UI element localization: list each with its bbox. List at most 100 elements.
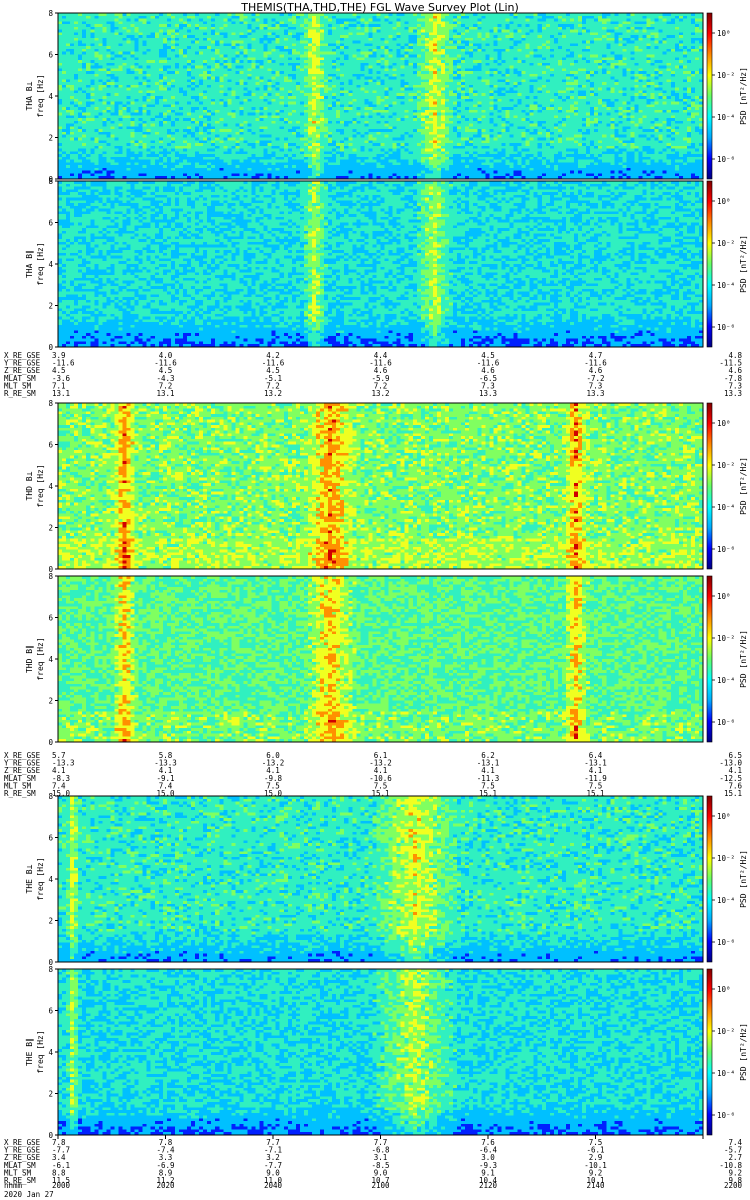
panel-label: THA B∥	[25, 250, 34, 278]
y-tick-label: 2	[48, 697, 53, 706]
y-tick-label: 2	[48, 524, 53, 533]
colorbar-tick-label: 10⁰	[717, 419, 731, 428]
y-axis-label: freq [Hz]	[36, 637, 45, 680]
plot-title: THEMIS(THA,THD,THE) FGL Wave Survey Plot…	[240, 1, 519, 14]
y-tick-label: 4	[48, 655, 53, 664]
y-tick-label: 4	[48, 92, 53, 101]
x-tick-label: 2040	[264, 1181, 283, 1190]
y-tick-label: 6	[48, 834, 53, 843]
colorbar-tick-label: 10⁻⁴	[717, 113, 735, 122]
colorbar-tick-label: 10⁻⁴	[717, 281, 735, 290]
spectrogram-image	[58, 576, 703, 742]
wave-survey-figure: THEMIS(THA,THD,THE) FGL Wave Survey Plot…	[4, 1, 748, 1199]
spectrogram-image	[58, 181, 703, 347]
y-tick-label: 2	[48, 134, 53, 143]
x-tick-label: 2100	[371, 1181, 390, 1190]
y-tick-label: 8	[48, 965, 53, 974]
ephemeris-value: 15.0	[156, 789, 175, 798]
y-tick-label: 8	[48, 399, 53, 408]
y-tick-label: 8	[48, 177, 53, 186]
colorbar-tick-label: 10⁻⁴	[717, 503, 735, 512]
y-tick-label: 8	[48, 9, 53, 18]
panel-label: THD B∥	[25, 645, 34, 673]
spectrogram-panel-thd-par: 0 2 4 6 8 THD B∥ freq [Hz] 10⁰ 10⁻² 10⁻⁴ 10⁻⁶ PSD […	[25, 572, 748, 747]
y-tick-label: 0	[48, 738, 53, 747]
spectrogram-panel-thd-perp: 02468THD B⊥ freq [Hz]10⁰10⁻²10⁻⁴10⁻⁶PSD […	[25, 399, 748, 574]
colorbar-label: PSD [nT²/Hz]	[739, 630, 748, 688]
y-axis-label: freq [Hz]	[36, 74, 45, 117]
colorbar-tick-label: 10⁻²	[717, 71, 735, 80]
ephemeris-value: 15.0	[52, 789, 71, 798]
colorbar-tick-label: 10⁻²	[717, 634, 735, 643]
x-tick-label: 2200	[724, 1181, 743, 1190]
spectrogram-panel-the-perp: 02468THE B⊥ freq [Hz]10⁰10⁻²10⁻⁴10⁻⁶PSD […	[25, 792, 748, 967]
ephemeris-value: 15.1	[724, 789, 742, 798]
y-axis-label: freq [Hz]	[36, 857, 45, 900]
spectrogram-image	[58, 796, 703, 962]
colorbar-tick-label: 10⁻⁶	[717, 323, 735, 332]
ephemeris-value: 13.3	[724, 389, 742, 398]
spectrogram-panel-tha-par: 02468THA B∥ freq [Hz]10⁰10⁻²10⁻⁴10⁻⁶PSD […	[25, 177, 748, 352]
panel-label: THE B⊥	[25, 864, 34, 893]
date-label: 2020 Jan 27	[4, 1190, 54, 1199]
time-axis-label: hhmm	[4, 1181, 23, 1190]
ephemeris-row-label: R_RE_SM	[4, 389, 36, 398]
x-tick-label: 2020	[156, 1181, 175, 1190]
x-tick-label: 2140	[586, 1181, 605, 1190]
spectrogram-image	[58, 969, 703, 1135]
colorbar-label: PSD [nT²/Hz]	[739, 1023, 748, 1081]
y-tick-label: 2	[48, 1090, 53, 1099]
y-tick-label: 6	[48, 51, 53, 60]
ephemeris-thd: X_RE_GSE 5.7 5.8 6.0 6.1 6.2 6.4 6.5Y_RE_GSE -13…	[4, 751, 742, 798]
y-tick-label: 6	[48, 219, 53, 228]
colorbar-tick-label: 10⁰	[717, 197, 731, 206]
colorbar	[706, 968, 713, 1136]
y-tick-label: 4	[48, 260, 53, 269]
ephemeris-value: 13.3	[586, 389, 604, 398]
ephemeris-value: 15.1	[479, 789, 497, 798]
y-axis-label: freq [Hz]	[36, 242, 45, 285]
y-axis-label: freq [Hz]	[36, 1030, 45, 1073]
colorbar	[706, 575, 713, 743]
colorbar-tick-label: 10⁻²	[717, 239, 735, 248]
colorbar-tick-label: 10⁻⁴	[717, 896, 735, 905]
colorbar-tick-label: 10⁰	[717, 592, 731, 601]
spectrogram-panel-tha-perp: 02468THA B⊥ freq [Hz]10⁰10⁻²10⁻⁴10⁻⁶PSD […	[25, 9, 748, 184]
x-tick-label: 2120	[479, 1181, 498, 1190]
colorbar-tick-label: 10⁻⁴	[717, 676, 735, 685]
colorbar-tick-label: 10⁻⁶	[717, 718, 735, 727]
ephemeris-value: 13.1	[52, 389, 70, 398]
ephemeris-tha: X_RE_GSE 3.9 4.0 4.2 4.4 4.5 4.7 4.8Y_RE_GSE -11…	[4, 351, 742, 398]
colorbar-tick-label: 10⁻⁶	[717, 1111, 735, 1120]
colorbar-label: PSD [nT²/Hz]	[739, 67, 748, 125]
spectrogram-image	[58, 13, 703, 179]
panel-label: THD B⊥	[25, 471, 34, 500]
y-tick-label: 4	[48, 1048, 53, 1057]
ephemeris-the: X_RE_GSE 7.8 7.8 7.7 7.7 7.6 7.5 7.4Y_RE_GSE -7.…	[4, 1138, 742, 1185]
y-tick-label: 8	[48, 572, 53, 581]
colorbar	[706, 12, 713, 180]
ephemeris-row-label: R_RE_SM	[4, 789, 36, 798]
y-tick-label: 6	[48, 614, 53, 623]
y-axis-label: freq [Hz]	[36, 464, 45, 507]
ephemeris-value: 15.1	[586, 789, 604, 798]
y-tick-label: 4	[48, 482, 53, 491]
panel-label: THE B∥	[25, 1038, 34, 1066]
colorbar	[706, 402, 713, 570]
y-tick-label: 6	[48, 1007, 53, 1016]
ephemeris-value: 13.2	[264, 389, 282, 398]
colorbar-label: PSD [nT²/Hz]	[739, 850, 748, 908]
spectrogram-panel-the-par: 02468THE B∥ freq [Hz]10⁰10⁻²10⁻⁴10⁻⁶PSD […	[25, 965, 748, 1140]
colorbar-tick-label: 10⁰	[717, 29, 731, 38]
colorbar-label: PSD [nT²/Hz]	[739, 457, 748, 515]
x-tick-label: 2000	[52, 1181, 71, 1190]
y-tick-label: 6	[48, 441, 53, 450]
colorbar-tick-label: 10⁻⁶	[717, 938, 735, 947]
colorbar	[706, 180, 713, 348]
ephemeris-value: 15.1	[371, 789, 389, 798]
colorbar	[706, 795, 713, 963]
colorbar-tick-label: 10⁰	[717, 812, 731, 821]
colorbar-tick-label: 10⁻⁶	[717, 155, 735, 164]
ephemeris-value: 15.0	[264, 789, 283, 798]
ephemeris-value: 13.2	[371, 389, 389, 398]
